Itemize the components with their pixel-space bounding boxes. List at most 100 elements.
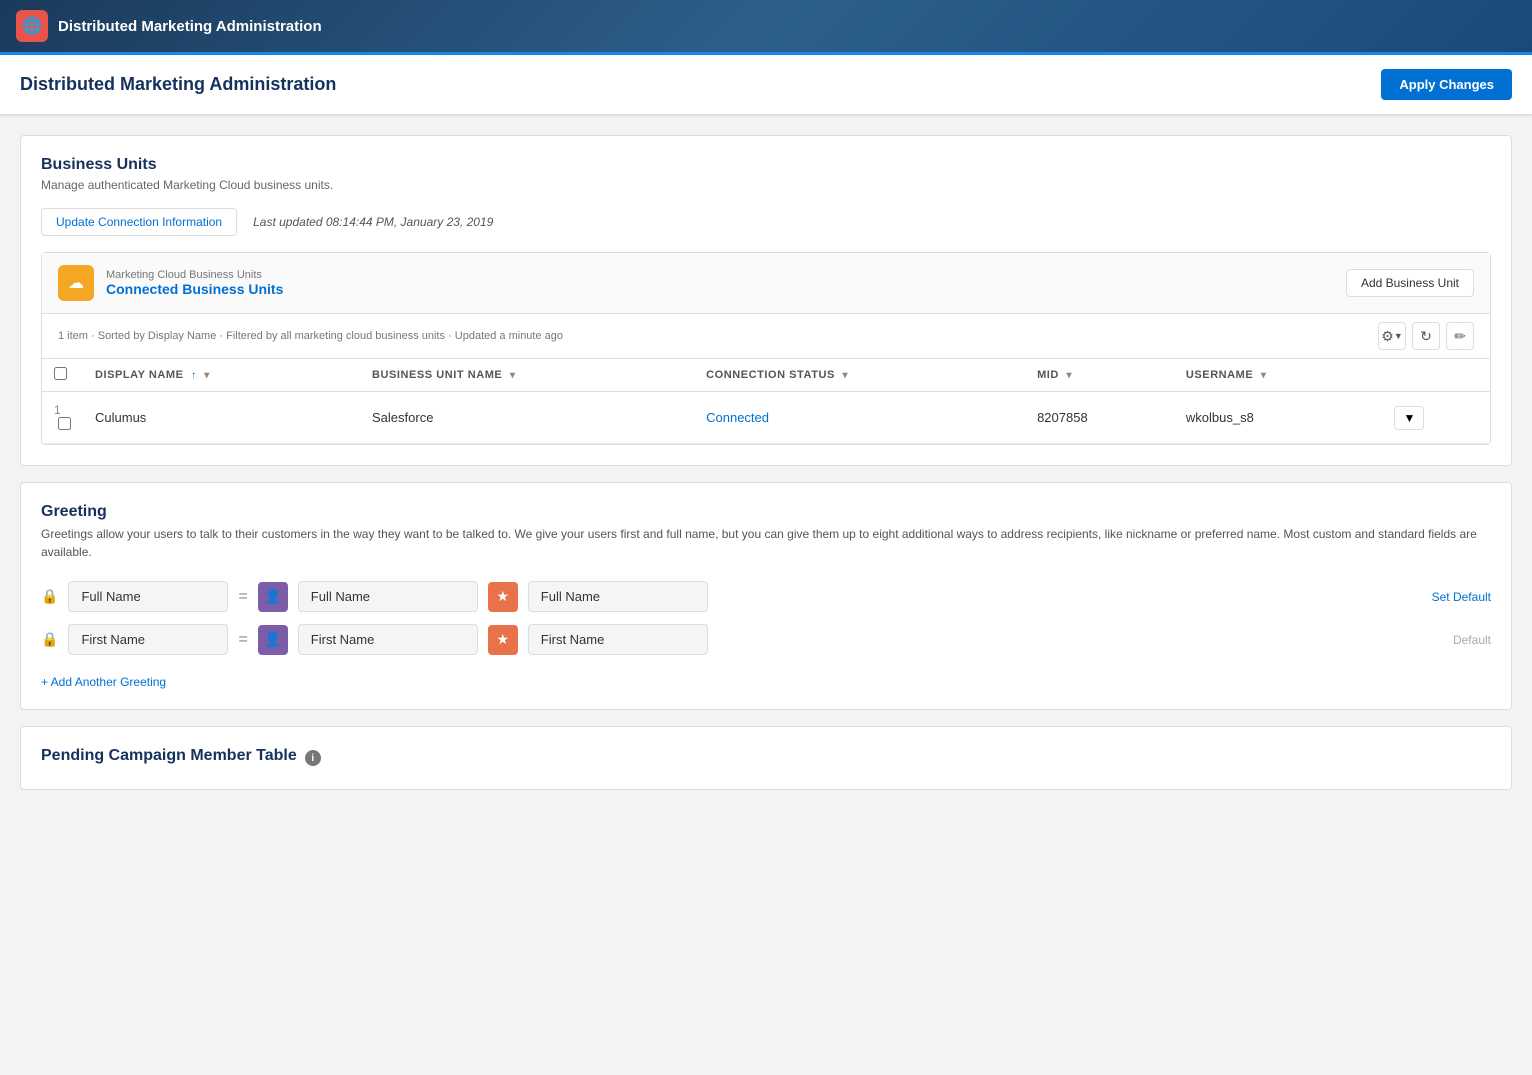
row-dropdown-button[interactable]: ▼ (1394, 406, 1424, 430)
person-icon-2: 👤 (258, 625, 288, 655)
bu-table-wrapper: DISPLAY NAME ↑ ▾ BUSINESS UNIT NAME ▾ CO… (42, 359, 1490, 444)
greeting-field-right-2: First Name (528, 624, 708, 655)
sort-chevron-display: ▾ (204, 370, 210, 381)
app-icon: 🌐 (16, 10, 48, 42)
bu-meta-actions: ⚙ ▼ ↻ ✏ (1378, 322, 1474, 350)
gear-icon: ⚙ (1381, 328, 1394, 345)
username-label: USERNAME (1186, 369, 1253, 381)
main-content: Business Units Manage authenticated Mark… (0, 115, 1532, 810)
globe-icon: 🌐 (22, 16, 42, 36)
table-row: 1 Culumus Salesforce Connected (42, 392, 1490, 444)
bu-table: DISPLAY NAME ↑ ▾ BUSINESS UNIT NAME ▾ CO… (42, 359, 1490, 444)
person-symbol-1: 👤 (264, 588, 281, 605)
bu-meta-bar: 1 item · Sorted by Display Name · Filter… (42, 314, 1490, 359)
td-mid: 8207858 (1025, 392, 1174, 444)
row-checkbox[interactable] (58, 417, 71, 430)
equals-sign-2: = (238, 631, 247, 649)
td-row-num: 1 (42, 392, 83, 444)
row-number: 1 (54, 403, 61, 417)
last-updated-text: Last updated 08:14:44 PM, January 23, 20… (253, 215, 493, 229)
th-mid[interactable]: MID ▾ (1025, 359, 1174, 392)
star-symbol-1: ★ (497, 588, 510, 605)
sort-chevron-status: ▾ (842, 370, 848, 381)
star-icon-1: ★ (488, 582, 518, 612)
apply-changes-button[interactable]: Apply Changes (1381, 69, 1512, 100)
th-display-name[interactable]: DISPLAY NAME ↑ ▾ (83, 359, 360, 392)
app-bar-title: Distributed Marketing Administration (58, 18, 322, 35)
sort-chevron-username: ▾ (1261, 370, 1267, 381)
star-icon-2: ★ (488, 625, 518, 655)
bu-panel-label: Marketing Cloud Business Units (106, 269, 283, 281)
display-name-value: Culumus (95, 410, 146, 425)
equals-sign-1: = (238, 588, 247, 606)
greeting-row-fullname: 🔒 Full Name = 👤 Full Name ★ Full Name Se… (41, 581, 1491, 612)
default-label: Default (1453, 633, 1491, 647)
refresh-icon: ↻ (1420, 328, 1432, 345)
bu-icon: ☁ (58, 265, 94, 301)
greeting-field-left-1: Full Name (68, 581, 228, 612)
td-username: wkolbus_s8 (1174, 392, 1383, 444)
display-name-label: DISPLAY NAME (95, 369, 184, 381)
td-display-name: Culumus (83, 392, 360, 444)
add-greeting-link[interactable]: + Add Another Greeting (41, 675, 166, 689)
info-icon: i (305, 750, 321, 766)
star-symbol-2: ★ (497, 631, 510, 648)
refresh-button[interactable]: ↻ (1412, 322, 1440, 350)
greeting-description: Greetings allow your users to talk to th… (41, 525, 1491, 561)
connection-status-label: CONNECTION STATUS (706, 369, 835, 381)
pending-campaign-title: Pending Campaign Member Table (41, 747, 297, 765)
chevron-down-icon: ▼ (1394, 331, 1403, 341)
page-title: Distributed Marketing Administration (20, 74, 336, 95)
add-business-unit-button[interactable]: Add Business Unit (1346, 269, 1474, 297)
cloud-icon: ☁ (68, 273, 84, 293)
bu-panel-header-left: ☁ Marketing Cloud Business Units Connect… (58, 265, 283, 301)
greeting-field-middle-2: First Name (298, 624, 478, 655)
connection-status-value[interactable]: Connected (706, 410, 769, 425)
row-dropdown-icon: ▼ (1403, 411, 1415, 425)
mid-value: 8207858 (1037, 410, 1088, 425)
sort-asc-icon: ↑ (191, 370, 197, 381)
business-units-title: Business Units (41, 156, 1491, 174)
select-all-checkbox[interactable] (54, 367, 67, 380)
sort-chevron-bu: ▾ (510, 370, 516, 381)
connection-info-bar: Update Connection Information Last updat… (41, 208, 1491, 236)
set-default-link[interactable]: Set Default (1432, 590, 1491, 604)
app-bar: 🌐 Distributed Marketing Administration (0, 0, 1532, 55)
td-connection-status: Connected (694, 392, 1025, 444)
greeting-field-left-2: First Name (68, 624, 228, 655)
business-units-subtitle: Manage authenticated Marketing Cloud bus… (41, 178, 1491, 192)
greeting-row-firstname: 🔒 First Name = 👤 First Name ★ First Name… (41, 624, 1491, 655)
pending-campaign-card: Pending Campaign Member Table i (20, 726, 1512, 790)
page-header: Distributed Marketing Administration App… (0, 55, 1532, 115)
th-business-unit-name[interactable]: BUSINESS UNIT NAME ▾ (360, 359, 694, 392)
th-actions (1382, 359, 1490, 392)
lock-icon-1: 🔒 (41, 588, 58, 605)
bu-panel-header: ☁ Marketing Cloud Business Units Connect… (42, 253, 1490, 314)
table-header-row: DISPLAY NAME ↑ ▾ BUSINESS UNIT NAME ▾ CO… (42, 359, 1490, 392)
greeting-field-right-1: Full Name (528, 581, 708, 612)
edit-icon: ✏ (1454, 328, 1466, 345)
greeting-field-middle-1: Full Name (298, 581, 478, 612)
gear-button[interactable]: ⚙ ▼ (1378, 322, 1406, 350)
greeting-card: Greeting Greetings allow your users to t… (20, 482, 1512, 710)
business-unit-name-label: BUSINESS UNIT NAME (372, 369, 502, 381)
update-connection-button[interactable]: Update Connection Information (41, 208, 237, 236)
bu-panel: ☁ Marketing Cloud Business Units Connect… (41, 252, 1491, 445)
th-username[interactable]: USERNAME ▾ (1174, 359, 1383, 392)
th-connection-status[interactable]: CONNECTION STATUS ▾ (694, 359, 1025, 392)
pending-campaign-header: Pending Campaign Member Table i (41, 747, 1491, 769)
person-symbol-2: 👤 (264, 631, 281, 648)
sort-chevron-mid: ▾ (1067, 370, 1073, 381)
business-unit-name-value: Salesforce (372, 410, 433, 425)
business-units-card: Business Units Manage authenticated Mark… (20, 135, 1512, 466)
edit-button[interactable]: ✏ (1446, 322, 1474, 350)
bu-panel-main-title: Connected Business Units (106, 281, 283, 297)
th-select-all[interactable] (42, 359, 83, 392)
username-value: wkolbus_s8 (1186, 410, 1254, 425)
person-icon-1: 👤 (258, 582, 288, 612)
td-row-action: ▼ (1382, 392, 1490, 444)
td-business-unit-name: Salesforce (360, 392, 694, 444)
lock-icon-2: 🔒 (41, 631, 58, 648)
bu-meta-text: 1 item · Sorted by Display Name · Filter… (58, 330, 563, 342)
bu-panel-titles: Marketing Cloud Business Units Connected… (106, 269, 283, 297)
